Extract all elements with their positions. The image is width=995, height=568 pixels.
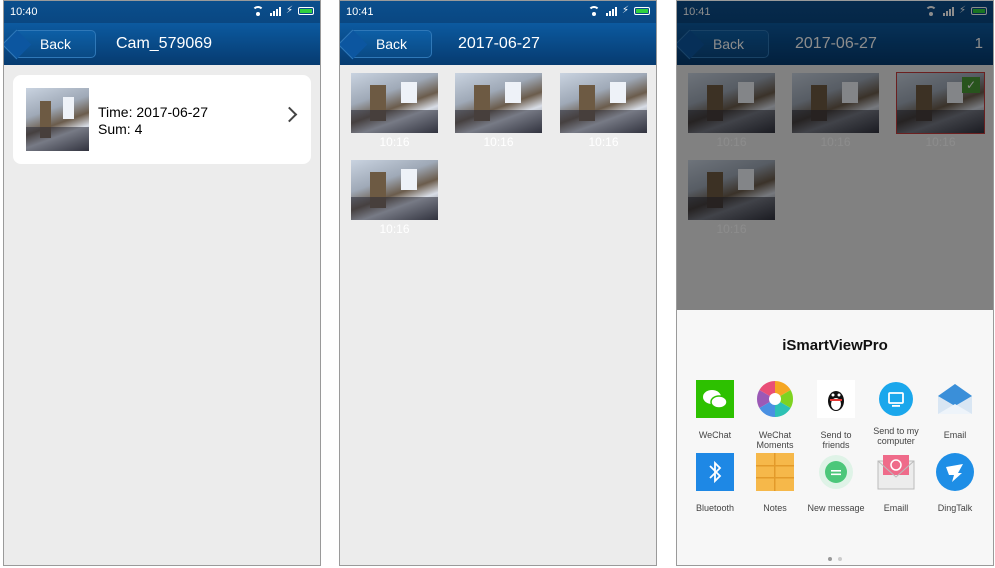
status-bar: 10:40 ⚡: [4, 1, 320, 23]
signal-icon: [269, 6, 281, 16]
wifi-icon: [251, 5, 265, 16]
time-value: 2017-06-27: [136, 104, 208, 120]
mail-envelope-icon: [877, 453, 915, 491]
status-time: 10:41: [346, 6, 374, 18]
date-group-card[interactable]: Time: 2017-06-27 Sum: 4: [13, 75, 311, 164]
share-wechat[interactable]: WeChat: [685, 380, 745, 440]
share-send-to-friends[interactable]: Send to friends: [806, 380, 866, 450]
moments-icon: [756, 380, 794, 418]
wifi-icon: [587, 5, 601, 16]
time-label: Time:: [98, 104, 133, 120]
sum-value: 4: [134, 121, 143, 137]
nav-bar: Back Cam_579069: [4, 23, 320, 65]
share-emaill[interactable]: Emaill: [866, 453, 926, 513]
wechat-icon: [696, 380, 734, 418]
dim-overlay[interactable]: [677, 1, 993, 310]
email-icon: [936, 380, 974, 418]
nav-bar: Back 2017-06-27: [340, 23, 656, 65]
share-sheet-title: iSmartViewPro: [782, 337, 888, 354]
snapshot-thumbnail: [351, 160, 438, 220]
screen-camera-list: 10:40 ⚡ Back Cam_579069 Time: 2017-06-27…: [3, 0, 321, 566]
message-icon: [817, 453, 855, 491]
share-sheet: iSmartViewPro WeChat WeChat Moments Send…: [677, 310, 993, 565]
share-notes[interactable]: Notes: [745, 453, 805, 513]
notes-icon: [756, 453, 794, 491]
screen-snapshot-grid: 10:41 ⚡ Back 2017-06-27 10:16 10:16 10:1…: [339, 0, 657, 566]
qq-icon: [817, 380, 855, 418]
battery-icon: [298, 6, 314, 15]
back-button[interactable]: Back: [352, 30, 432, 58]
thumbnail-caption: 10:16: [379, 222, 410, 236]
thumbnail-caption: 10:16: [379, 135, 410, 149]
battery-icon: [634, 6, 650, 15]
back-button[interactable]: Back: [16, 30, 96, 58]
dingtalk-icon: [936, 453, 974, 491]
snapshot-thumbnail: [560, 73, 647, 133]
share-send-to-computer[interactable]: Send to my computer: [866, 380, 926, 446]
thumbnail-item[interactable]: 10:16: [560, 73, 647, 149]
charging-icon: ⚡: [621, 5, 629, 16]
snapshot-thumbnail: [455, 73, 542, 133]
sum-label: Sum:: [98, 121, 131, 137]
snapshot-thumbnail: [26, 88, 89, 151]
share-email[interactable]: Email: [925, 380, 985, 440]
thumbnail-item[interactable]: 10:16: [351, 160, 438, 236]
thumbnail-caption: 10:16: [588, 135, 619, 149]
share-new-message[interactable]: New message: [806, 453, 866, 513]
page-title: Cam_579069: [116, 35, 213, 52]
chevron-right-icon: [281, 106, 298, 123]
signal-icon: [605, 6, 617, 16]
computer-icon: [877, 380, 915, 418]
page-indicator: [677, 548, 993, 565]
thumbnail-item[interactable]: 10:16: [351, 73, 438, 149]
share-bluetooth[interactable]: Bluetooth: [685, 453, 745, 513]
status-bar: 10:41 ⚡: [340, 1, 656, 23]
charging-icon: ⚡: [285, 5, 293, 16]
snapshot-thumbnail: [351, 73, 438, 133]
bluetooth-icon: [696, 453, 734, 491]
screen-share-sheet: 10:41 ⚡ Back 2017-06-27 1 10:16 10:16 ✓ …: [676, 0, 994, 566]
page-title: 2017-06-27: [458, 35, 540, 52]
status-time: 10:40: [10, 6, 38, 18]
thumbnail-item[interactable]: 10:16: [455, 73, 542, 149]
thumbnail-caption: 10:16: [483, 135, 514, 149]
share-wechat-moments[interactable]: WeChat Moments: [745, 380, 805, 450]
share-dingtalk[interactable]: DingTalk: [925, 453, 985, 513]
